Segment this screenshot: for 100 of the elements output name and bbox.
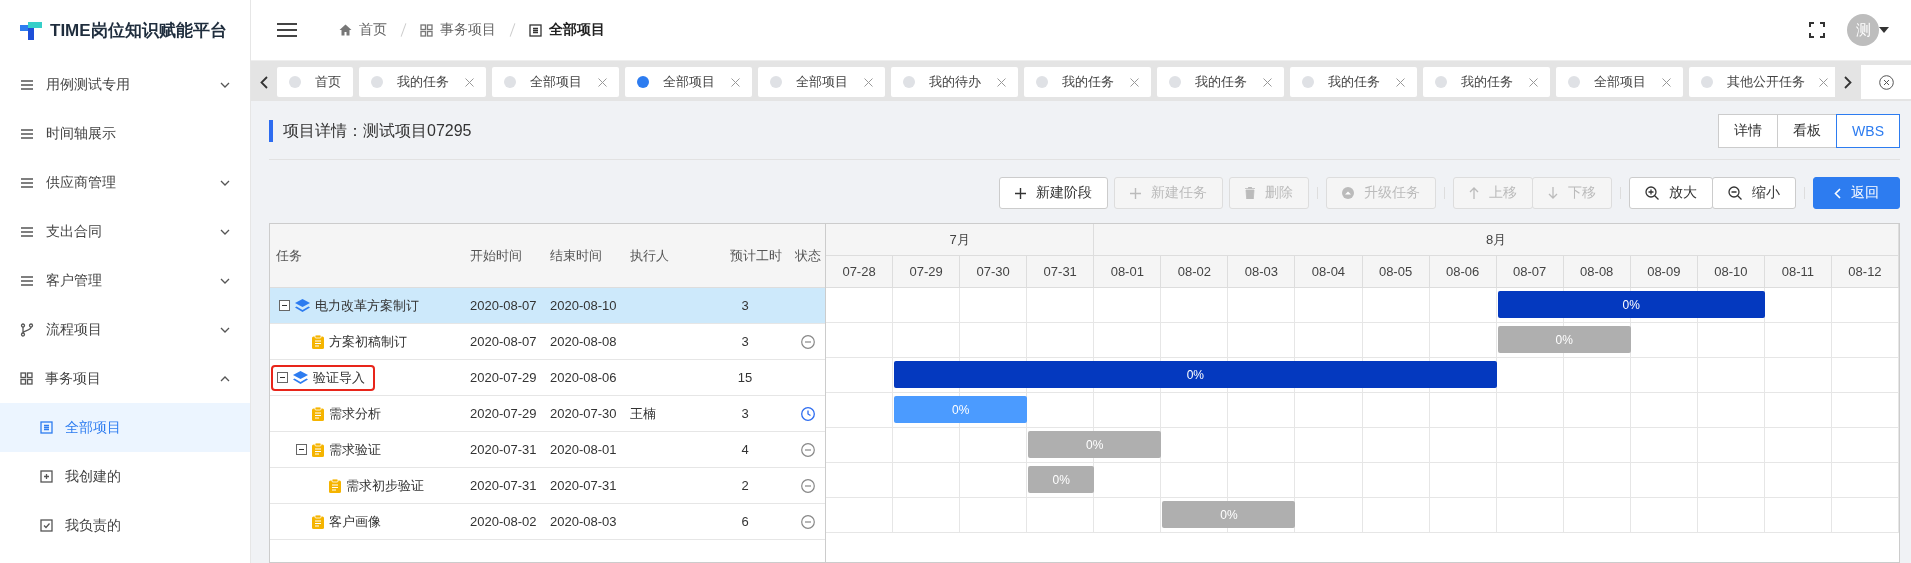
collapse-toggle[interactable] — [279, 300, 290, 311]
close-icon[interactable] — [864, 77, 873, 87]
close-icon[interactable] — [1529, 77, 1538, 87]
menu-item[interactable]: 支出合同 — [0, 207, 250, 256]
gantt-bar[interactable]: 0% — [894, 361, 1497, 388]
day-header: 08-01 — [1094, 256, 1162, 287]
table-row[interactable]: 需求验证 2020-07-31 2020-08-01 4 — [270, 432, 825, 468]
menu-item[interactable]: 客户管理 — [0, 256, 250, 305]
tab[interactable]: 全部项目 — [492, 67, 619, 97]
grid-icon — [420, 23, 433, 37]
day-header: 08-06 — [1429, 256, 1497, 287]
tab[interactable]: 其他公开任务 — [1689, 67, 1835, 97]
home-icon — [339, 24, 352, 36]
gantt-bar[interactable]: 0% — [1497, 291, 1765, 318]
view-toggle-button[interactable]: WBS — [1836, 114, 1900, 148]
arrow-down-icon — [1548, 187, 1558, 199]
table-row[interactable]: 客户画像 2020-08-02 2020-08-03 6 — [270, 504, 825, 540]
view-toggle-button[interactable]: 详情 — [1718, 114, 1779, 148]
submenu-item[interactable]: 我负责的 — [0, 501, 250, 550]
breadcrumb-link[interactable]: 事务项目 — [420, 21, 496, 39]
fullscreen-icon[interactable] — [1809, 22, 1825, 38]
table-cell-text: 6 — [740, 514, 750, 529]
checkbox-icon — [40, 519, 53, 532]
plus-box-icon — [40, 470, 53, 483]
chevron-down-icon — [220, 81, 230, 88]
table-row[interactable]: 验证导入 2020-07-29 2020-08-06 15 — [270, 360, 825, 396]
close-icon[interactable] — [1662, 77, 1671, 87]
arrow-up-icon — [1469, 187, 1479, 199]
column-header: 执行人 — [630, 246, 670, 265]
table-cell-text: 2 — [740, 478, 750, 493]
chevron-down-icon — [220, 228, 230, 235]
task-name: 验证导入 — [313, 368, 365, 387]
close-icon[interactable] — [1263, 77, 1272, 87]
close-circle-icon[interactable] — [1878, 74, 1894, 90]
plus-icon — [1130, 187, 1141, 199]
toolbar-button[interactable]: 缩小 — [1712, 177, 1796, 209]
toolbar-button[interactable]: 新建阶段 — [999, 177, 1108, 209]
month-header: 8月 — [1094, 224, 1899, 255]
clipboard-icon — [312, 442, 324, 457]
day-header: 08-09 — [1630, 256, 1698, 287]
menu-item[interactable]: 流程项目 — [0, 305, 250, 354]
close-icon[interactable] — [731, 77, 740, 87]
chevron-down-icon — [220, 326, 230, 333]
breadcrumb-link[interactable]: 全部项目 — [529, 21, 605, 39]
close-icon[interactable] — [1819, 77, 1828, 87]
table-cell-text: 4 — [740, 442, 750, 457]
breadcrumb-link[interactable]: 首页 — [339, 21, 387, 39]
table-row[interactable]: 方案初稿制订 2020-08-07 2020-08-08 3 — [270, 324, 825, 360]
menu-item[interactable]: 用例测试专用 — [0, 60, 250, 109]
arrow-circle-icon — [1342, 187, 1354, 199]
list-icon — [20, 176, 34, 189]
grid-icon — [20, 372, 33, 385]
tab[interactable]: 我的任务 — [1024, 67, 1151, 97]
task-name: 客户画像 — [329, 512, 381, 531]
tab[interactable]: 全部项目 — [625, 67, 752, 97]
column-header: 开始时间 — [470, 246, 523, 265]
tab[interactable]: 全部项目 — [758, 67, 885, 97]
tab[interactable]: 我的任务 — [1290, 67, 1417, 97]
close-icon[interactable] — [598, 77, 607, 87]
table-cell-text: 2020-07-31 — [470, 442, 538, 457]
menu-item[interactable]: 供应商管理 — [0, 158, 250, 207]
month-header: 7月 — [826, 224, 1095, 255]
table-cell-text: 2020-08-07 — [470, 298, 538, 313]
close-icon[interactable] — [1130, 77, 1139, 87]
day-header: 08-05 — [1362, 256, 1430, 287]
tab[interactable]: 我的任务 — [359, 67, 486, 97]
menu-icon[interactable] — [277, 22, 297, 38]
logo-icon — [20, 20, 42, 40]
close-icon[interactable] — [997, 77, 1006, 87]
view-toggle-button[interactable]: 看板 — [1777, 114, 1838, 148]
caret-down-icon[interactable] — [1879, 27, 1889, 33]
tab[interactable]: 全部项目 — [1556, 67, 1683, 97]
close-icon[interactable] — [465, 77, 474, 87]
column-header: 结束时间 — [550, 246, 603, 265]
day-header: 08-02 — [1161, 256, 1229, 287]
tab[interactable]: 我的任务 — [1423, 67, 1550, 97]
tab[interactable]: 我的待办 — [891, 67, 1018, 97]
tab[interactable]: 我的任务 — [1157, 67, 1284, 97]
table-row[interactable]: 电力改革方案制订 2020-08-07 2020-08-10 3 — [270, 288, 825, 324]
chevron-right-icon[interactable] — [1844, 75, 1852, 89]
toolbar-button[interactable]: 放大 — [1629, 177, 1713, 209]
collapse-toggle[interactable] — [296, 444, 307, 455]
toolbar-button[interactable]: 返回 — [1813, 177, 1900, 209]
day-header: 07-30 — [960, 256, 1028, 287]
close-icon[interactable] — [1396, 77, 1405, 87]
menu-item[interactable]: 事务项目 — [0, 354, 250, 403]
day-header: 08-04 — [1295, 256, 1363, 287]
table-row[interactable]: 需求初步验证 2020-07-31 2020-07-31 2 — [270, 468, 825, 504]
zoom-in-icon — [1645, 186, 1659, 200]
collapse-toggle[interactable] — [277, 372, 288, 383]
submenu-item[interactable]: 全部项目 — [0, 403, 250, 452]
day-header: 08-11 — [1764, 256, 1832, 287]
zoom-out-icon — [1728, 186, 1742, 200]
menu-item[interactable]: 时间轴展示 — [0, 109, 250, 158]
table-row[interactable]: 需求分析 2020-07-29 2020-07-30 王楠 3 — [270, 396, 825, 432]
submenu-item[interactable]: 我创建的 — [0, 452, 250, 501]
chevron-left-icon[interactable] — [260, 75, 268, 89]
tab[interactable]: 首页 — [277, 67, 353, 97]
chevron-down-icon — [220, 277, 230, 284]
task-name: 方案初稿制订 — [329, 332, 407, 351]
